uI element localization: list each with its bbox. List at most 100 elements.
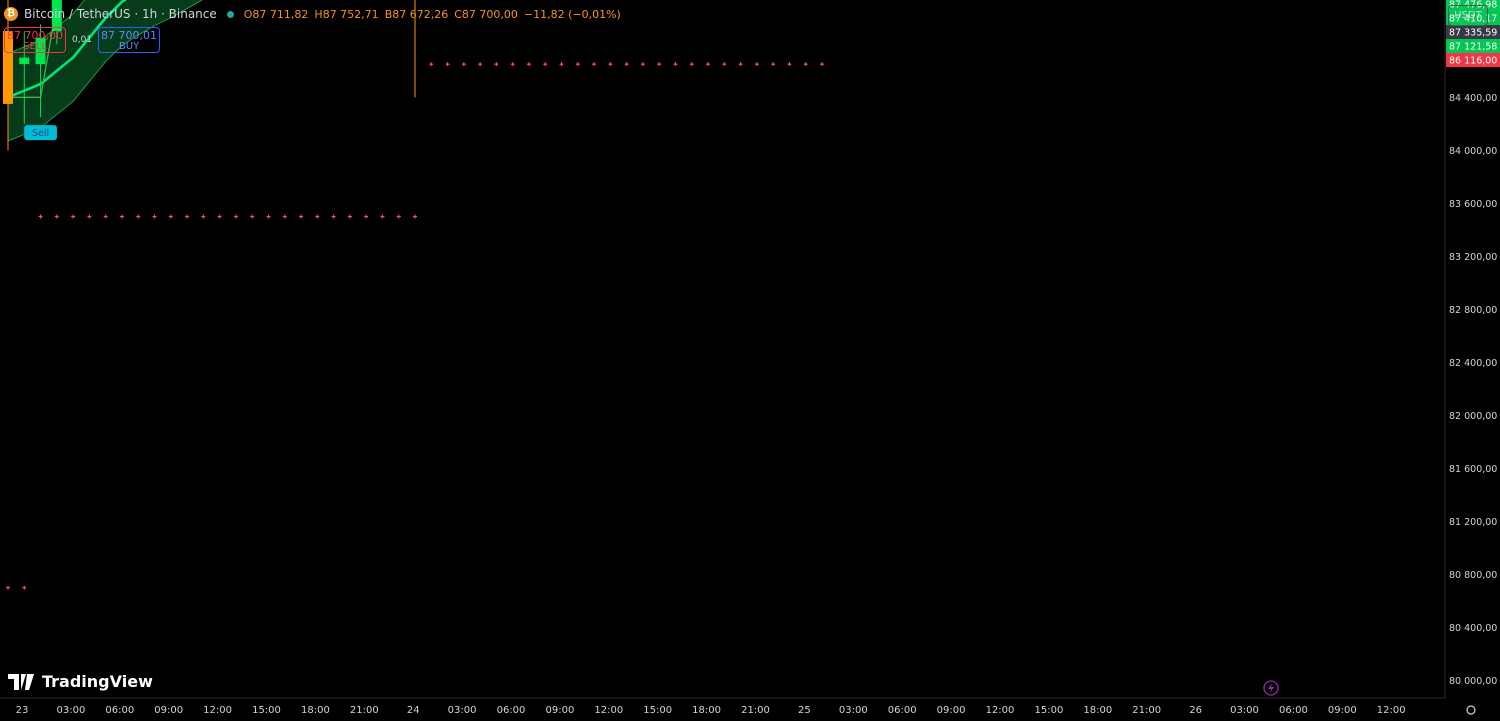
buy-label: BUY	[118, 41, 140, 52]
time-tick-label: 24	[407, 705, 420, 716]
currency-selector[interactable]: USDT	[1448, 5, 1488, 26]
level-dot	[510, 62, 515, 67]
time-tick-label: 09:00	[154, 705, 183, 716]
level-dot	[364, 214, 369, 219]
level-dot	[738, 62, 743, 67]
level-dot	[429, 62, 434, 67]
level-dot	[543, 62, 548, 67]
price-tick-label: 82 000,00	[1449, 411, 1497, 422]
market-status-icon	[226, 10, 234, 18]
level-dot	[266, 214, 271, 219]
buy-signal-tag: Sell	[24, 125, 57, 141]
level-dot	[820, 62, 824, 67]
sell-button[interactable]: 87 700,00 SELL	[4, 27, 66, 53]
price-tick-label: 81 200,00	[1449, 517, 1497, 528]
level-dot	[22, 585, 27, 590]
level-dot	[640, 62, 645, 67]
price-tick-label: 82 800,00	[1449, 305, 1497, 316]
level-dot	[592, 62, 597, 67]
support-dots	[6, 62, 824, 590]
level-dot	[54, 214, 59, 219]
time-tick-label: 06:00	[497, 705, 526, 716]
price-chart[interactable]: 89 600,0089 200,0088 800,0088 400,0088 0…	[0, 0, 1500, 721]
level-dot	[87, 214, 92, 219]
level-dot	[445, 62, 450, 67]
time-tick-label: 18:00	[1083, 705, 1112, 716]
ohlc-low: B87 672,26	[384, 7, 449, 21]
price-axis: 89 600,0089 200,0088 800,0088 400,0088 0…	[1449, 40, 1497, 687]
level-dot	[526, 62, 531, 67]
time-tick-label: 12:00	[986, 705, 1015, 716]
ohlc-open: O87 711,82	[243, 7, 309, 21]
level-dot	[201, 214, 206, 219]
level-dot	[315, 214, 320, 219]
lightning-bolt	[1268, 683, 1274, 693]
level-dot	[657, 62, 662, 67]
level-dot	[771, 62, 776, 67]
level-dot	[250, 214, 255, 219]
price-tick-label: 83 600,00	[1449, 199, 1497, 210]
level-dot	[575, 62, 580, 67]
level-dot	[217, 214, 222, 219]
time-tick-label: 26	[1189, 705, 1202, 716]
time-tick-label: 06:00	[888, 705, 917, 716]
level-dot	[347, 214, 352, 219]
ohlc-close: C87 700,00	[454, 7, 518, 21]
level-dot	[233, 214, 238, 219]
time-tick-label: 03:00	[839, 705, 868, 716]
level-dot	[608, 62, 613, 67]
symbol-title[interactable]: Bitcoin / TetherUS · 1h · Binance	[24, 7, 217, 21]
spread-value: 0,01	[72, 35, 93, 45]
time-tick-label: 15:00	[252, 705, 281, 716]
price-tick-label: 83 200,00	[1449, 252, 1497, 263]
buy-price: 87 700,01	[101, 29, 158, 42]
time-tick-label: 18:00	[692, 705, 721, 716]
price-tick-label: 80 000,00	[1449, 676, 1497, 687]
sell-label: SELL	[23, 41, 47, 52]
time-tick-label: 12:00	[203, 705, 232, 716]
level-dot	[299, 214, 304, 219]
axis-price-label: 86 116,00	[1449, 56, 1497, 67]
signal-tag-label: Sell	[32, 128, 49, 139]
level-dot	[624, 62, 629, 67]
level-dot	[494, 62, 499, 67]
time-tick-label: 21:00	[741, 705, 770, 716]
time-tick-label: 03:00	[56, 705, 85, 716]
sell-price: 87 700,00	[7, 29, 63, 42]
time-tick-label: 15:00	[1034, 705, 1063, 716]
level-dot	[136, 214, 141, 219]
time-tick-label: 12:00	[594, 705, 623, 716]
level-dot	[803, 62, 808, 67]
candle-body	[19, 57, 30, 65]
level-dot	[168, 214, 173, 219]
time-tick-label: 23	[16, 705, 29, 716]
ohlc-change: −11,82 (−0,01%)	[523, 7, 621, 21]
level-dot	[331, 214, 336, 219]
level-dot	[185, 214, 190, 219]
time-tick-label: 12:00	[1377, 705, 1406, 716]
level-dot	[478, 62, 483, 67]
buy-button[interactable]: 87 700,01 BUY	[98, 27, 161, 53]
level-dot	[689, 62, 694, 67]
level-dot	[754, 62, 759, 67]
time-tick-label: 25	[798, 705, 811, 716]
axis-price-label: 87 121,58	[1449, 42, 1497, 53]
symbol-header[interactable]: ₿ Bitcoin / TetherUS · 1h · Binance O87 …	[4, 5, 621, 23]
level-dot	[38, 214, 43, 219]
price-tick-label: 82 400,00	[1449, 358, 1497, 369]
settings-gear-icon	[1466, 705, 1476, 715]
level-dot	[282, 214, 287, 219]
time-tick-label: 06:00	[105, 705, 134, 716]
level-dot	[380, 214, 385, 219]
time-tick-label: 21:00	[350, 705, 379, 716]
level-dot	[706, 62, 711, 67]
tradingview-icon	[8, 673, 34, 690]
level-dot	[6, 585, 10, 590]
price-tick-label: 84 000,00	[1449, 146, 1497, 157]
time-tick-label: 15:00	[643, 705, 672, 716]
level-dot	[413, 214, 417, 219]
trade-panel: 87 700,00 SELL 0,01 87 700,01 BUY	[4, 27, 161, 53]
level-dot	[722, 62, 727, 67]
level-dot	[673, 62, 678, 67]
time-tick-label: 03:00	[448, 705, 477, 716]
